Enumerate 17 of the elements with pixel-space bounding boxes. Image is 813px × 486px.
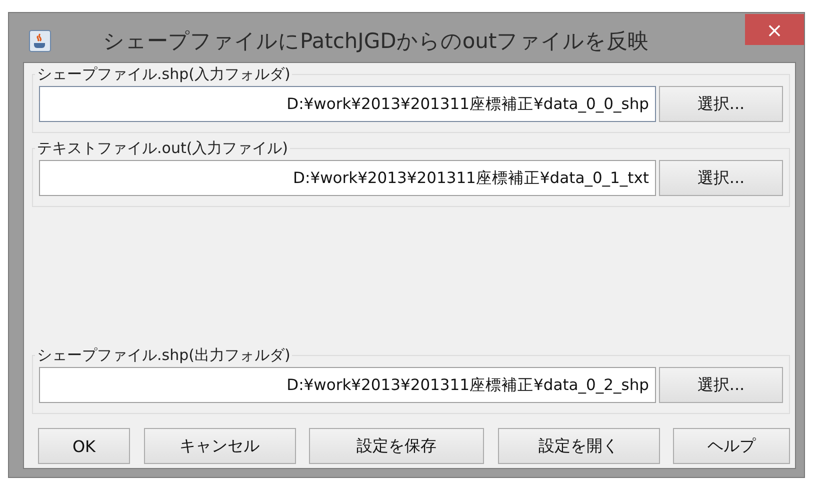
- dialog-button[interactable]: OK: [38, 428, 130, 464]
- browse-button[interactable]: 選択...: [659, 367, 783, 403]
- group-label: シェープファイル.shp(出力フォルダ): [36, 346, 292, 365]
- dialog-button[interactable]: ヘルプ: [673, 428, 790, 464]
- group-label: シェープファイル.shp(入力フォルダ): [36, 65, 292, 84]
- browse-button[interactable]: 選択...: [659, 160, 783, 196]
- path-field[interactable]: D:¥work¥2013¥201311座標補正¥data_0_0_shp: [39, 86, 656, 122]
- dialog-button[interactable]: キャンセル: [144, 428, 296, 464]
- browse-button[interactable]: 選択...: [659, 86, 783, 122]
- close-button[interactable]: ×: [745, 14, 804, 45]
- group-label: テキストファイル.out(入力ファイル): [36, 139, 290, 158]
- dialog-button[interactable]: 設定を開く: [498, 428, 660, 464]
- path-field[interactable]: D:¥work¥2013¥201311座標補正¥data_0_1_txt: [39, 160, 656, 196]
- coffee-cup-icon: [29, 30, 51, 52]
- path-field[interactable]: D:¥work¥2013¥201311座標補正¥data_0_2_shp: [39, 367, 656, 403]
- window-title: シェープファイルにPatchJGDからのoutファイルを反映: [103, 28, 649, 54]
- dialog-button[interactable]: 設定を保存: [309, 428, 484, 464]
